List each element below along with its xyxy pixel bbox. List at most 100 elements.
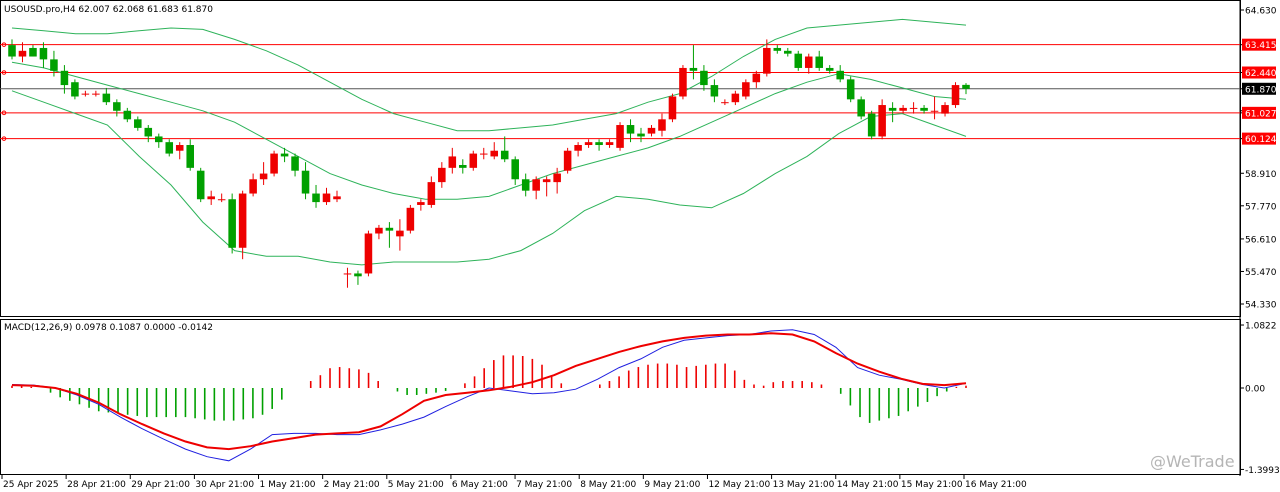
- candle-body: [81, 93, 90, 95]
- candle-body: [301, 170, 310, 194]
- candle-body: [270, 153, 278, 174]
- candle-body: [438, 167, 446, 183]
- candle-body: [385, 227, 394, 231]
- candle-body: [815, 56, 824, 68]
- macd-panel-frame: [0, 319, 1241, 475]
- candle-body: [595, 142, 603, 146]
- macd-tick-label: 0.00: [1245, 385, 1265, 395]
- price-tick-label: 54.330: [1245, 301, 1277, 311]
- price-tick-label: 64.630: [1245, 7, 1277, 17]
- candle-body: [721, 102, 729, 104]
- price-tick-label: 63.415: [1245, 41, 1277, 51]
- candle-body: [60, 70, 69, 86]
- candle-body: [113, 102, 121, 111]
- price-tick-label: 61.027: [1245, 109, 1277, 119]
- candle-body: [175, 145, 184, 151]
- candle-body: [280, 153, 289, 157]
- price-tick-label: 56.610: [1245, 235, 1277, 245]
- candle-body: [867, 113, 876, 137]
- candle-body: [731, 93, 740, 103]
- candle-body: [784, 50, 792, 54]
- time-tick-label: 29 Apr 21:00: [131, 480, 190, 490]
- candle-body: [930, 110, 939, 112]
- time-tick-label: 2 May 21:00: [324, 480, 380, 490]
- candle-body: [794, 53, 803, 68]
- candle-body: [962, 84, 970, 89]
- candle-body: [469, 153, 478, 168]
- candle-body: [584, 142, 593, 146]
- time-tick-label: 28 Apr 21:00: [67, 480, 126, 490]
- price-tick-label: 58.910: [1245, 170, 1277, 180]
- candle-body: [752, 73, 761, 83]
- candle-body: [228, 199, 236, 248]
- time-tick-label: 16 May 21:00: [965, 480, 1027, 490]
- candle-body: [291, 156, 299, 171]
- candle-body: [375, 227, 383, 234]
- candle-body: [521, 179, 530, 191]
- candle-body: [500, 150, 509, 160]
- candle-body: [50, 59, 58, 71]
- candle-body: [364, 233, 373, 274]
- candle-body: [804, 56, 813, 68]
- candle-body: [207, 196, 215, 200]
- time-tick-label: 8 May 21:00: [580, 480, 636, 490]
- candle-body: [144, 127, 153, 137]
- macd-title: MACD(12,26,9) 0.0978 0.1087 0.0000 -0.01…: [4, 323, 213, 333]
- candle-body: [92, 93, 100, 95]
- chart-title: USOUSD.pro,H4 62.007 62.068 61.683 61.87…: [4, 5, 213, 15]
- candle-body: [102, 93, 111, 103]
- candle-body: [312, 193, 320, 203]
- candle-body: [878, 105, 886, 137]
- candle-body: [658, 119, 666, 131]
- candle-body: [888, 107, 897, 111]
- time-tick-label: 25 Apr 2025: [3, 480, 59, 490]
- time-tick-label: 14 May 21:00: [837, 480, 899, 490]
- candle-body: [763, 47, 771, 74]
- time-tick-label: 7 May 21:00: [516, 480, 572, 490]
- candle-body: [920, 107, 928, 111]
- candle-body: [679, 67, 687, 97]
- watermark: @WeTrade: [1150, 452, 1235, 471]
- candle-body: [941, 105, 949, 114]
- candle-body: [134, 119, 142, 128]
- candle-body: [238, 193, 247, 248]
- candle-body: [71, 82, 79, 97]
- time-tick-label: 1 May 21:00: [260, 480, 316, 490]
- time-tick-label: 30 Apr 21:00: [195, 480, 254, 490]
- candle-body: [406, 207, 415, 231]
- candle-body: [605, 142, 614, 146]
- macd-tick-label: -1.3993: [1245, 466, 1280, 476]
- candle-body: [29, 47, 37, 57]
- candle-body: [825, 67, 834, 71]
- time-tick-label: 5 May 21:00: [388, 480, 444, 490]
- candle-body: [626, 125, 635, 134]
- candle-body: [343, 273, 352, 275]
- price-tick-label: 61.870: [1245, 85, 1277, 95]
- time-tick-label: 15 May 21:00: [901, 480, 963, 490]
- candle-body: [511, 159, 519, 180]
- trading-chart[interactable]: 64.63063.41562.44061.87061.10061.02760.1…: [0, 0, 1280, 492]
- candle-body: [710, 85, 719, 97]
- candle-body: [899, 107, 907, 111]
- candle-body: [196, 170, 205, 200]
- candle-body: [616, 125, 624, 148]
- candle-body: [563, 150, 572, 171]
- candle-body: [542, 179, 551, 183]
- candle-body: [154, 136, 163, 143]
- candle-body: [857, 99, 865, 117]
- candle-body: [532, 179, 540, 191]
- candle-body: [668, 96, 677, 120]
- price-tick-label: 57.770: [1245, 202, 1277, 212]
- candle-body: [479, 153, 488, 155]
- candle-body: [459, 164, 467, 168]
- candle-body: [427, 182, 436, 205]
- candle-body: [249, 179, 257, 194]
- candle-body: [322, 193, 331, 203]
- macd-axis: 1.0822 0.00 -1.3993: [1240, 322, 1280, 476]
- candle-body: [333, 196, 341, 200]
- price-tick-label: 55.470: [1245, 268, 1277, 278]
- candle-body: [637, 133, 645, 137]
- price-axis: 64.63063.41562.44061.87061.10061.02760.1…: [1240, 7, 1277, 311]
- candle-body: [490, 150, 499, 157]
- macd-tick-label: 1.0822: [1245, 322, 1277, 332]
